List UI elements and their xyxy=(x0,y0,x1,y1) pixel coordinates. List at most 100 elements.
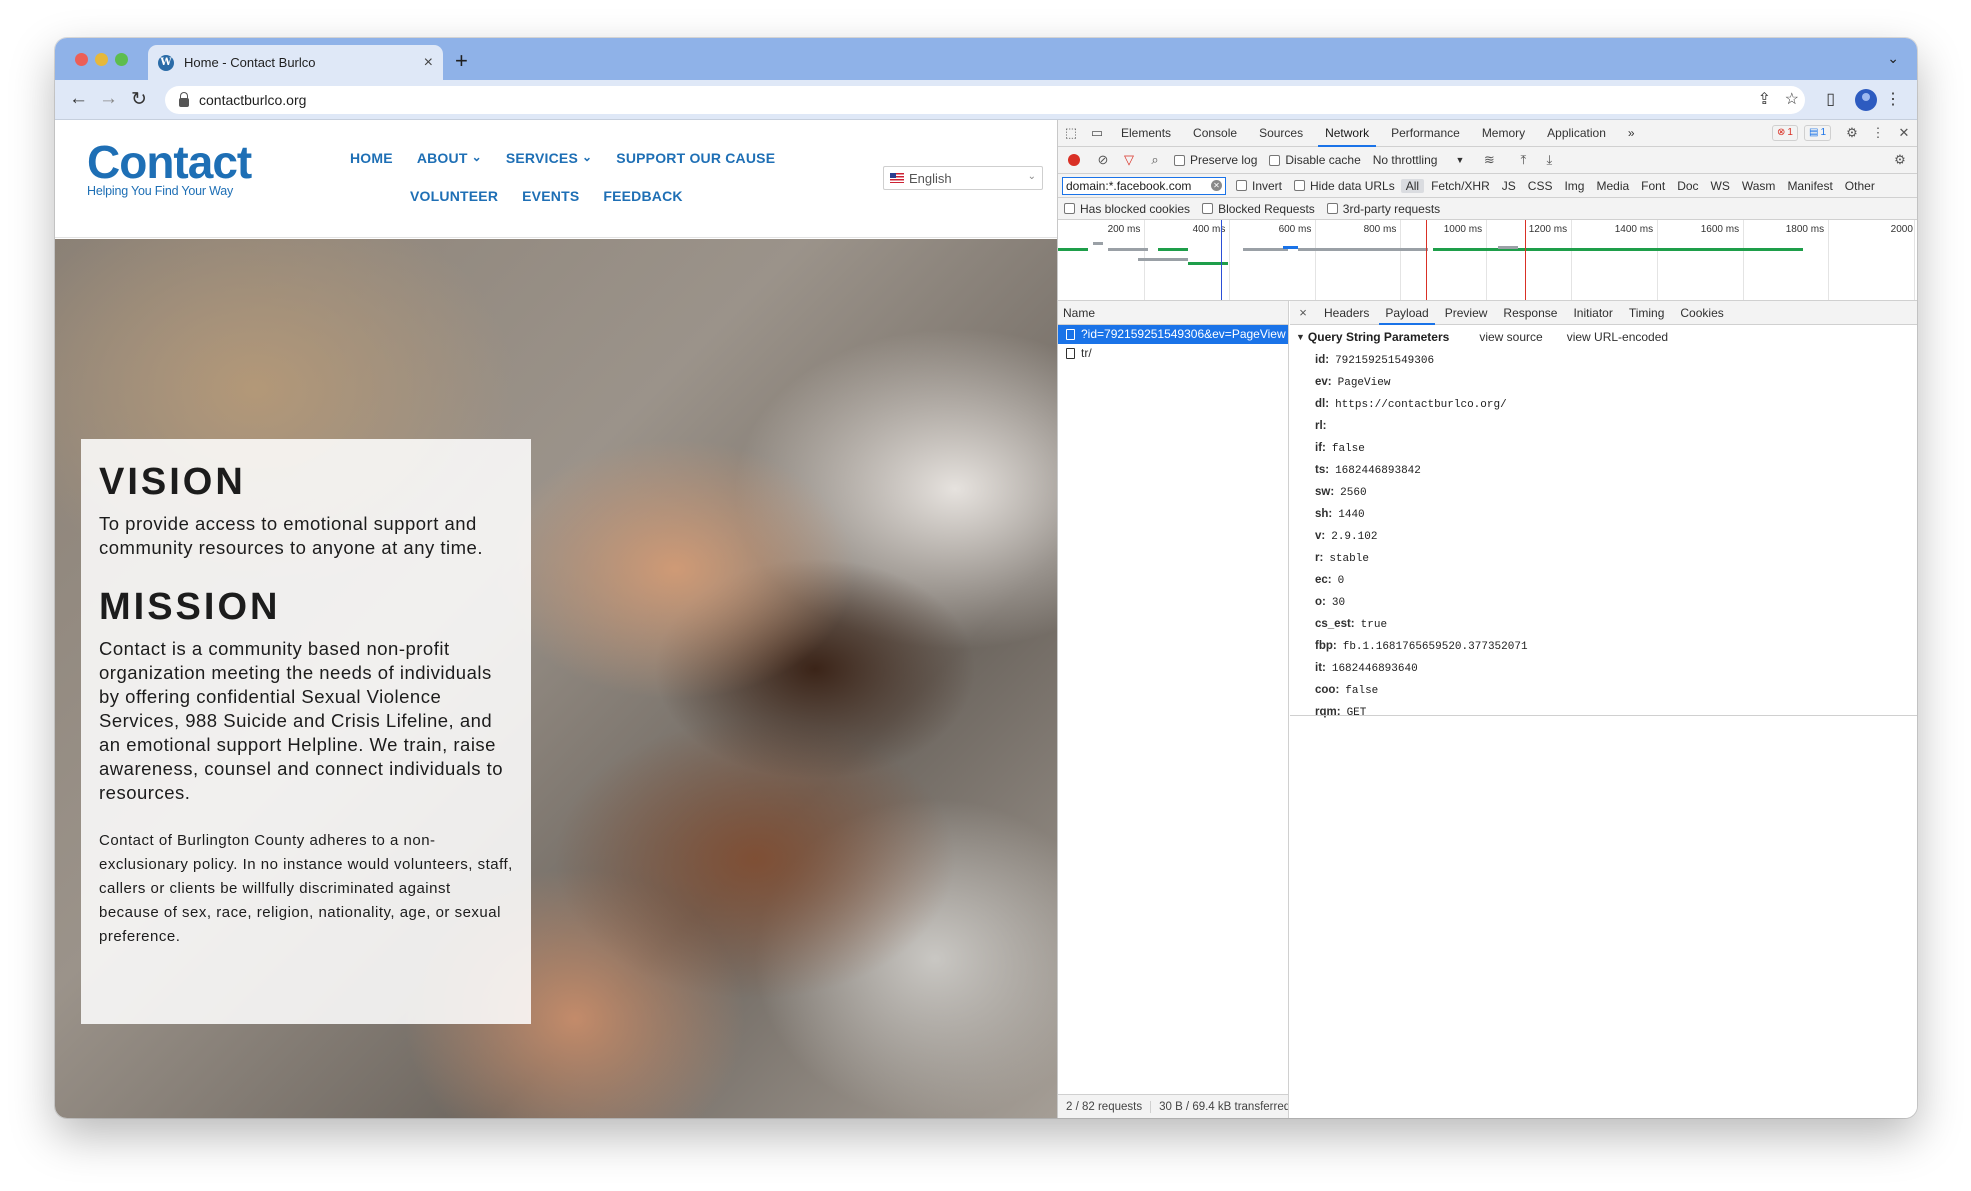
language-select[interactable]: English ⌄ xyxy=(883,166,1043,190)
site-logo[interactable]: Contact Helping You Find Your Way xyxy=(87,138,252,198)
nav-item-events[interactable]: EVENTS xyxy=(522,188,579,204)
bookmark-star-icon[interactable]: ☆ xyxy=(1785,89,1799,109)
close-window-button[interactable] xyxy=(75,53,88,66)
view-url-encoded-link[interactable]: view URL-encoded xyxy=(1567,330,1668,344)
type-filter-wasm[interactable]: Wasm xyxy=(1737,179,1781,193)
clear-icon[interactable]: ⊘ xyxy=(1090,152,1116,168)
detail-tab-headers[interactable]: Headers xyxy=(1316,301,1377,325)
detail-tab-preview[interactable]: Preview xyxy=(1437,301,1496,325)
minimize-window-button[interactable] xyxy=(95,53,108,66)
nav-item-about[interactable]: ABOUT xyxy=(417,150,468,166)
nav-item-support-our-cause[interactable]: SUPPORT OUR CAUSE xyxy=(616,150,775,166)
record-icon[interactable] xyxy=(1068,154,1080,166)
filter-funnel-icon[interactable]: ▽ xyxy=(1116,152,1142,168)
error-count-badge[interactable]: ⊗ 1 xyxy=(1772,125,1798,141)
query-param-row[interactable]: rl: xyxy=(1315,415,1917,437)
import-har-icon[interactable]: ⤒ xyxy=(1510,152,1536,168)
filter-input[interactable]: domain:*.facebook.com ✕ xyxy=(1062,176,1226,195)
query-param-row[interactable]: sw: 2560 xyxy=(1315,481,1917,503)
invert-checkbox[interactable]: Invert xyxy=(1236,179,1282,193)
query-param-row[interactable]: rqm: GET xyxy=(1315,701,1917,723)
query-param-row[interactable]: id: 792159251549306 xyxy=(1315,349,1917,371)
devtools-tab-memory[interactable]: Memory xyxy=(1471,120,1536,147)
type-filter-media[interactable]: Media xyxy=(1591,179,1634,193)
device-toolbar-icon[interactable]: ▭ xyxy=(1084,125,1110,141)
share-icon[interactable]: ⇪ xyxy=(1758,89,1771,109)
detail-tab-payload[interactable]: Payload xyxy=(1377,301,1436,325)
query-param-row[interactable]: r: stable xyxy=(1315,547,1917,569)
preserve-log-checkbox[interactable]: Preserve log xyxy=(1174,153,1257,167)
expand-triangle-icon[interactable]: ▼ xyxy=(1296,332,1305,342)
query-param-row[interactable]: ts: 1682446893842 xyxy=(1315,459,1917,481)
browser-tab[interactable]: W Home - Contact Burlco × xyxy=(148,45,443,80)
kebab-menu-icon[interactable]: ⋮ xyxy=(1885,89,1901,109)
new-tab-button[interactable]: + xyxy=(455,48,468,74)
query-param-row[interactable]: ev: PageView xyxy=(1315,371,1917,393)
nav-item-services[interactable]: SERVICES xyxy=(506,150,578,166)
query-param-row[interactable]: coo: false xyxy=(1315,679,1917,701)
type-filter-other[interactable]: Other xyxy=(1840,179,1880,193)
forward-arrow-icon[interactable]: → xyxy=(99,88,118,110)
hide-data-urls-checkbox[interactable]: Hide data URLs xyxy=(1294,179,1395,193)
disable-cache-checkbox[interactable]: Disable cache xyxy=(1269,153,1361,167)
request-row[interactable]: ?id=792159251549306&ev=PageView xyxy=(1058,325,1288,344)
nav-item-volunteer[interactable]: VOLUNTEER xyxy=(410,188,498,204)
close-tab-icon[interactable]: × xyxy=(424,54,433,72)
network-overview-timeline[interactable]: 200 ms 400 ms 600 ms 800 ms 1000 ms 1200 ms 14… xyxy=(1058,220,1917,301)
query-string-header[interactable]: ▼ Query String Parameters view source vi… xyxy=(1290,325,1917,349)
message-count-badge[interactable]: ▤ 1 xyxy=(1803,125,1831,141)
request-row[interactable]: tr/ xyxy=(1058,344,1288,363)
export-har-icon[interactable]: ⤓ xyxy=(1536,152,1562,168)
query-param-row[interactable]: v: 2.9.102 xyxy=(1315,525,1917,547)
tab-search-chevron-icon[interactable]: ⌄ xyxy=(1887,50,1899,67)
clear-filter-icon[interactable]: ✕ xyxy=(1211,180,1222,191)
close-devtools-icon[interactable]: ✕ xyxy=(1891,125,1917,141)
inspect-element-icon[interactable]: ⬚ xyxy=(1058,125,1084,141)
query-param-row[interactable]: o: 30 xyxy=(1315,591,1917,613)
detail-tab-initiator[interactable]: Initiator xyxy=(1565,301,1620,325)
reload-icon[interactable]: ↻ xyxy=(131,88,147,111)
type-filter-ws[interactable]: WS xyxy=(1706,179,1735,193)
type-filter-css[interactable]: CSS xyxy=(1523,179,1558,193)
settings-gear-icon[interactable]: ⚙ xyxy=(1839,125,1865,141)
nav-item-home[interactable]: HOME xyxy=(350,150,393,166)
type-filter-manifest[interactable]: Manifest xyxy=(1782,179,1837,193)
query-param-row[interactable]: sh: 1440 xyxy=(1315,503,1917,525)
devtools-tab-network[interactable]: Network xyxy=(1314,120,1380,147)
back-arrow-icon[interactable]: ← xyxy=(69,88,88,110)
query-param-row[interactable]: it: 1682446893640 xyxy=(1315,657,1917,679)
query-param-row[interactable]: ec: 0 xyxy=(1315,569,1917,591)
name-column-header[interactable]: Name xyxy=(1058,301,1288,325)
network-settings-gear-icon[interactable]: ⚙ xyxy=(1887,152,1913,168)
type-filter-all[interactable]: All xyxy=(1400,178,1425,193)
devtools-tab-elements[interactable]: Elements xyxy=(1110,120,1182,147)
type-filter-font[interactable]: Font xyxy=(1636,179,1670,193)
detail-tab-cookies[interactable]: Cookies xyxy=(1672,301,1731,325)
nav-item-feedback[interactable]: FEEDBACK xyxy=(603,188,682,204)
throttling-select[interactable]: No throttling ▼ xyxy=(1373,153,1465,167)
address-bar[interactable]: contactburlco.org xyxy=(165,86,1805,114)
filter-checkbox-1[interactable]: Blocked Requests xyxy=(1202,202,1315,216)
query-param-row[interactable]: cs_est: true xyxy=(1315,613,1917,635)
detail-tab-response[interactable]: Response xyxy=(1495,301,1565,325)
devtools-tab-sources[interactable]: Sources xyxy=(1248,120,1314,147)
query-param-row[interactable]: dl: https://contactburlco.org/ xyxy=(1315,393,1917,415)
devtools-tab-application[interactable]: Application xyxy=(1536,120,1617,147)
profile-avatar[interactable] xyxy=(1855,89,1877,111)
view-source-link[interactable]: view source xyxy=(1479,330,1542,344)
more-tabs-button[interactable]: » xyxy=(1617,120,1646,147)
filter-checkbox-0[interactable]: Has blocked cookies xyxy=(1064,202,1190,216)
search-icon[interactable]: ⌕ xyxy=(1142,152,1168,168)
filter-checkbox-2[interactable]: 3rd-party requests xyxy=(1326,202,1440,216)
type-filter-doc[interactable]: Doc xyxy=(1672,179,1703,193)
network-conditions-icon[interactable]: ≋ xyxy=(1476,152,1502,168)
devtools-menu-icon[interactable]: ⋮ xyxy=(1865,125,1891,141)
zoom-window-button[interactable] xyxy=(115,53,128,66)
type-filter-js[interactable]: JS xyxy=(1497,179,1521,193)
close-detail-icon[interactable]: × xyxy=(1290,305,1316,320)
type-filter-img[interactable]: Img xyxy=(1559,179,1589,193)
type-filter-fetch-xhr[interactable]: Fetch/XHR xyxy=(1426,179,1495,193)
devtools-tab-console[interactable]: Console xyxy=(1182,120,1248,147)
query-param-row[interactable]: fbp: fb.1.1681765659520.377352071 xyxy=(1315,635,1917,657)
detail-tab-timing[interactable]: Timing xyxy=(1621,301,1673,325)
